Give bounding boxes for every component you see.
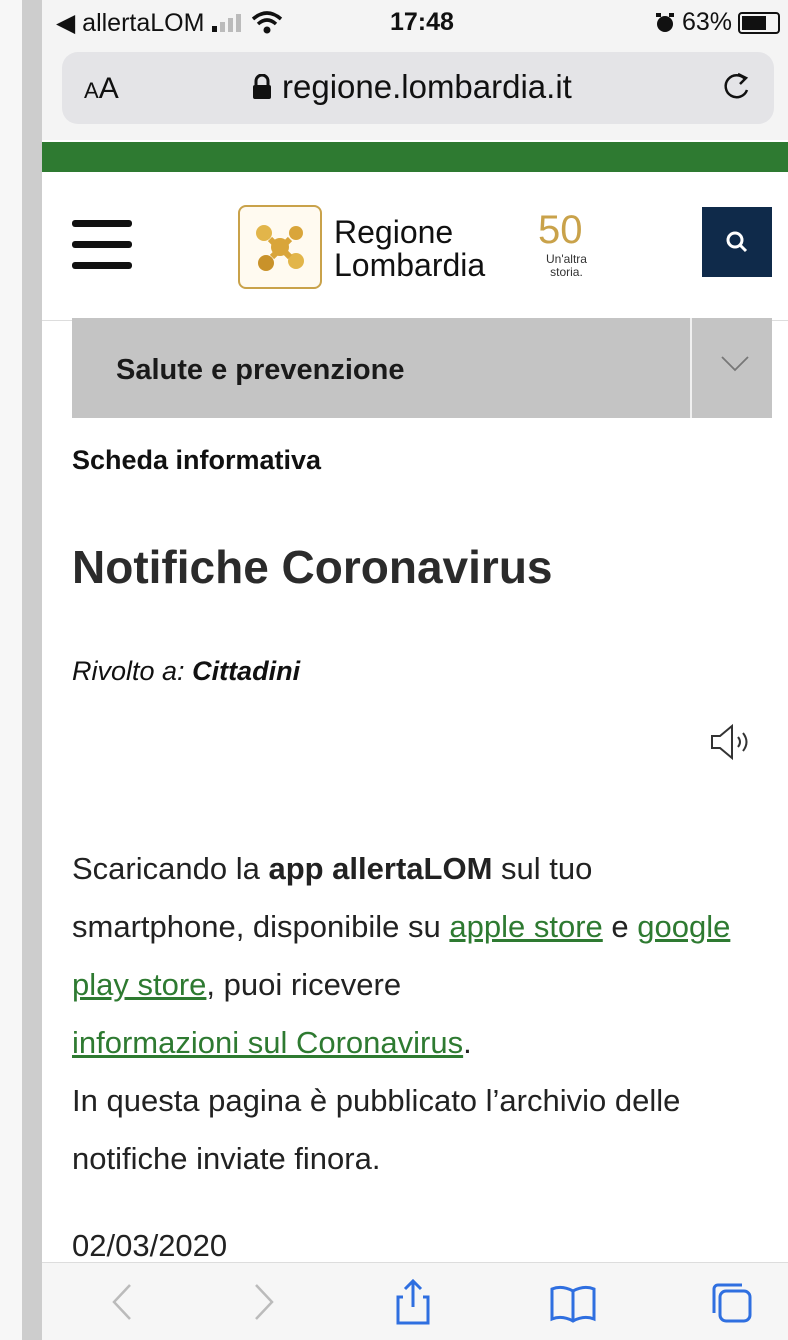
status-bar: ◀ allertaLOM 17:48 63% — [42, 0, 788, 44]
logo-line-1: Regione — [334, 214, 454, 250]
address-bar[interactable]: AA regione.lombardia.it — [62, 52, 774, 124]
logo-line-2: Lombardia — [334, 247, 486, 283]
reader-options-button[interactable]: AA — [84, 72, 119, 106]
browser-address-area: AA regione.lombardia.it — [42, 44, 788, 140]
back-to-app-label[interactable]: ◀ allertaLOM — [56, 8, 204, 38]
search-button[interactable] — [702, 207, 772, 277]
audience-value: Cittadini — [192, 656, 301, 686]
window-edge-bar — [22, 0, 42, 1340]
apple-store-link[interactable]: apple store — [449, 909, 602, 944]
speaker-icon[interactable] — [708, 722, 764, 762]
share-icon[interactable] — [388, 1277, 438, 1327]
wifi-icon — [252, 11, 283, 34]
lock-icon — [253, 74, 271, 99]
anniversary-badge: 50 Un'altra storia. — [538, 208, 618, 286]
chevron-down-icon[interactable] — [720, 348, 750, 378]
signal-icon — [212, 14, 242, 32]
audience-line: Rivolto a: Cittadini — [72, 656, 300, 687]
search-icon — [726, 231, 748, 253]
status-right: 63% — [654, 8, 780, 37]
status-left: ◀ allertaLOM — [56, 8, 284, 38]
tabs-icon[interactable] — [706, 1277, 756, 1327]
anniversary-tagline: Un'altra storia. — [546, 252, 587, 279]
page-title: Notifiche Coronavirus — [72, 541, 553, 593]
section-divider — [690, 318, 692, 418]
brand-green-bar — [42, 142, 788, 172]
reload-icon[interactable] — [718, 66, 754, 106]
phone-screen: ◀ allertaLOM 17:48 63% AA regione.lombar… — [42, 0, 788, 1340]
alarm-icon — [655, 12, 674, 32]
battery-percent: 63% — [681, 8, 732, 36]
back-arrow-icon[interactable] — [98, 1277, 148, 1327]
battery-icon — [738, 11, 780, 34]
page-category: Scheda informativa — [72, 445, 322, 475]
audience-label: Rivolto a: — [72, 656, 185, 686]
section-title: Salute e prevenzione — [116, 354, 405, 386]
forward-arrow-icon[interactable] — [238, 1277, 288, 1327]
section-dropdown[interactable]: Salute e prevenzione — [72, 318, 772, 418]
intro-paragraph: Scaricando la app allertaLOM sul tuo sma… — [72, 851, 731, 1176]
bookmarks-icon[interactable] — [548, 1277, 598, 1327]
notification-date: 02/03/2020 — [72, 1228, 228, 1263]
url-text: regione.lombardia.it — [282, 68, 572, 105]
archive-sentence: In questa pagina è pubblicato l’archivio… — [72, 1083, 681, 1176]
regione-lombardia-logo-icon[interactable] — [238, 205, 322, 289]
status-time: 17:48 — [390, 8, 454, 36]
anniversary-number: 50 — [538, 208, 583, 252]
browser-toolbar — [42, 1262, 788, 1340]
app-name: app allertaLOM — [268, 851, 493, 886]
coronavirus-info-link[interactable]: informazioni sul Coronavirus — [72, 1025, 463, 1060]
logo-title[interactable]: Regione Lombardia — [334, 216, 485, 282]
hamburger-menu-icon[interactable] — [72, 220, 132, 270]
site-header: Regione Lombardia 50 Un'altra storia. — [42, 172, 788, 321]
url-display[interactable]: regione.lombardia.it — [252, 68, 572, 106]
